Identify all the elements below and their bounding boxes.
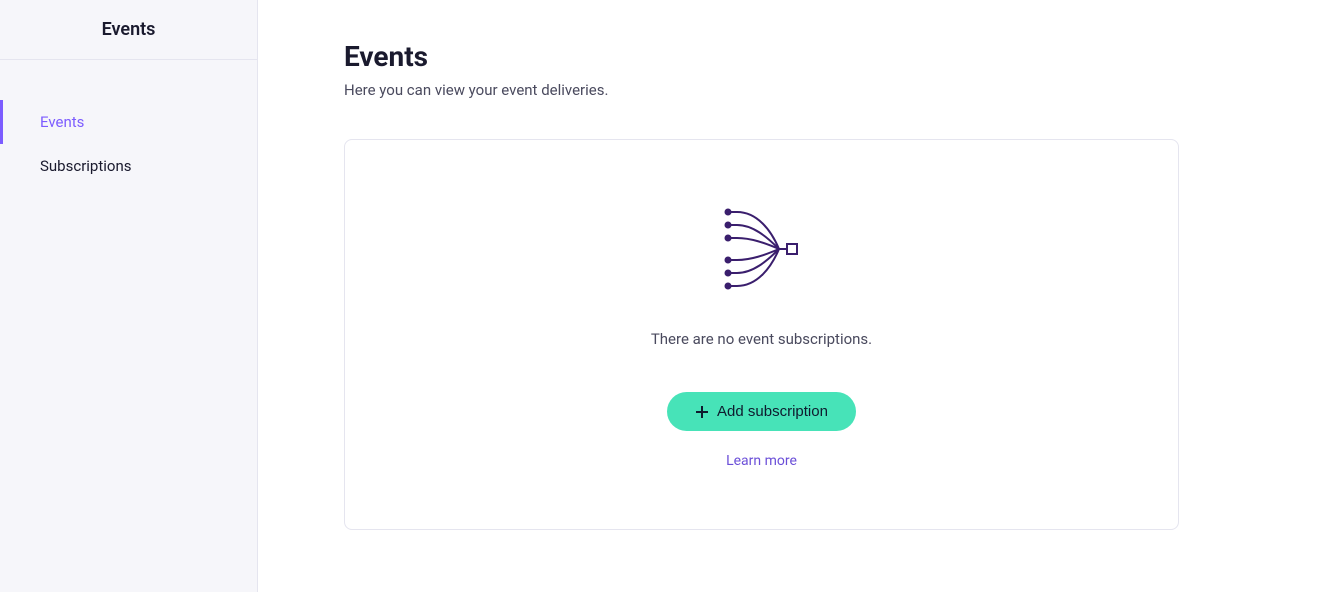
add-subscription-label: Add subscription [717,403,828,420]
plus-icon [695,405,709,419]
main-content: Events Here you can view your event deli… [258,0,1332,592]
empty-state-message: There are no event subscriptions. [651,330,872,348]
sidebar-item-label: Subscriptions [40,157,131,175]
empty-state-card: There are no event subscriptions. Add su… [344,139,1179,530]
sidebar-nav: Events Subscriptions [0,60,257,188]
sidebar-item-label: Events [40,113,84,131]
sidebar-item-subscriptions[interactable]: Subscriptions [0,144,257,188]
page-subtitle: Here you can view your event deliveries. [344,81,1246,99]
sidebar-header: Events [0,0,257,60]
add-subscription-button[interactable]: Add subscription [667,392,856,431]
sidebar-title: Events [20,19,237,40]
learn-more-link[interactable]: Learn more [726,453,797,469]
sidebar-item-events[interactable]: Events [0,100,257,144]
sidebar: Events Events Subscriptions [0,0,258,592]
webhook-merge-icon [723,208,801,294]
page-title: Events [344,40,1246,73]
